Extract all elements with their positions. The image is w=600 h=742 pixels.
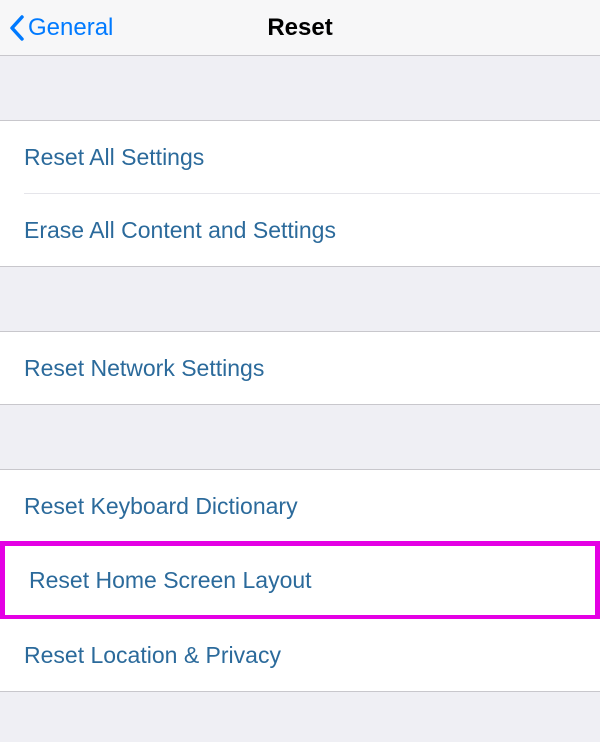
row-label: Reset All Settings xyxy=(24,144,204,171)
reset-group-1: Reset All Settings Erase All Content and… xyxy=(0,120,600,267)
row-label: Erase All Content and Settings xyxy=(24,217,336,244)
section-spacer xyxy=(0,267,600,331)
reset-keyboard-dictionary-row[interactable]: Reset Keyboard Dictionary xyxy=(0,470,600,542)
section-spacer xyxy=(0,56,600,120)
row-label: Reset Location & Privacy xyxy=(24,642,281,669)
section-spacer xyxy=(0,405,600,469)
chevron-left-icon xyxy=(8,14,26,42)
reset-all-settings-row[interactable]: Reset All Settings xyxy=(0,121,600,193)
nav-bar: General Reset xyxy=(0,0,600,56)
row-label: Reset Home Screen Layout xyxy=(29,567,312,594)
reset-group-2: Reset Network Settings xyxy=(0,331,600,405)
row-label: Reset Keyboard Dictionary xyxy=(24,493,298,520)
back-button[interactable]: General xyxy=(8,14,113,42)
highlight-annotation: Reset Home Screen Layout xyxy=(0,541,600,620)
reset-group-3: Reset Keyboard Dictionary Reset Home Scr… xyxy=(0,469,600,692)
reset-network-settings-row[interactable]: Reset Network Settings xyxy=(0,332,600,404)
row-label: Reset Network Settings xyxy=(24,355,264,382)
page-title: Reset xyxy=(267,14,332,42)
reset-location-privacy-row[interactable]: Reset Location & Privacy xyxy=(0,619,600,691)
reset-home-screen-layout-row[interactable]: Reset Home Screen Layout xyxy=(5,546,595,615)
back-label: General xyxy=(28,14,113,42)
erase-all-content-row[interactable]: Erase All Content and Settings xyxy=(0,194,600,266)
